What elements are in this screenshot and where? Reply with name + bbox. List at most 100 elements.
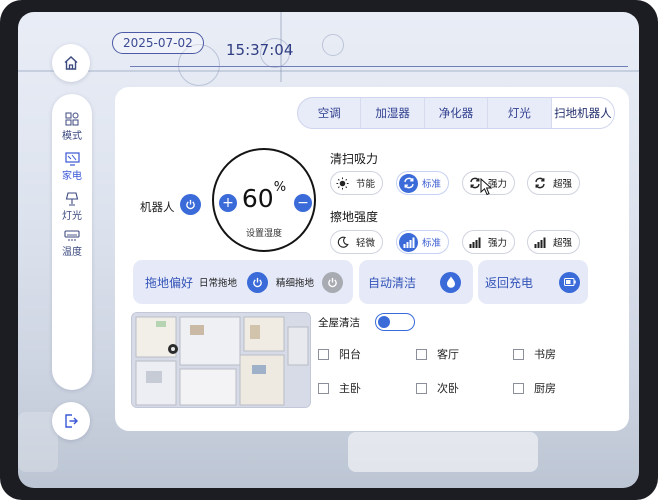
sidebar-item-label: 温度 (62, 247, 82, 258)
cycle-icon (399, 173, 418, 193)
tab-air-conditioner[interactable]: 空调 (298, 98, 362, 128)
daily-mop-label: 日常拖地 (199, 278, 238, 289)
background-decoration (348, 432, 538, 472)
dial-unit: % (273, 180, 287, 195)
suction-option-eco[interactable]: 节能 (330, 171, 384, 195)
suction-title: 清扫吸力 (330, 152, 379, 166)
suction-option-standard[interactable]: 标准 (396, 171, 450, 195)
recharge-title: 返回充电 (485, 275, 534, 290)
room-label: 厨房 (534, 382, 556, 395)
plus-icon: + (222, 195, 234, 211)
robot-label: 机器人 (140, 200, 175, 214)
appliance-tabs: 空调 加湿器 净化器 灯光 扫地机器人 (297, 97, 615, 129)
sun-icon (333, 174, 352, 193)
checkbox[interactable] (513, 348, 524, 360)
chip-label: 超强 (553, 179, 573, 190)
room-checkbox-master-bedroom[interactable]: 主卧 (318, 380, 361, 396)
time-display: 15:37:04 (226, 41, 294, 59)
mop-option-max[interactable]: 超强 (527, 230, 581, 254)
floor-plan-drawing (132, 313, 310, 407)
daily-mop-power-button[interactable] (247, 271, 269, 293)
power-icon (328, 277, 337, 287)
mop-preference-title: 拖地偏好 (145, 275, 194, 290)
checkbox[interactable] (513, 382, 524, 394)
tab-humidifier[interactable]: 加湿器 (361, 98, 425, 128)
lamp-icon (65, 192, 79, 206)
chip-label: 强力 (488, 238, 508, 249)
sidebar-nav: 模式 家电 灯光 温度 (52, 94, 92, 390)
sidebar-item-label: 模式 (62, 131, 82, 142)
fine-mop-power-button[interactable] (322, 271, 344, 293)
room-label: 客厅 (437, 348, 459, 361)
home-icon (64, 56, 78, 70)
tab-purifier[interactable]: 净化器 (425, 98, 489, 128)
moon-icon (333, 233, 352, 252)
mouse-cursor-icon (480, 178, 492, 196)
chip-label: 轻微 (356, 238, 376, 249)
room-checkbox-balcony[interactable]: 阳台 (318, 346, 361, 362)
dial-label: 设置湿度 (245, 229, 282, 239)
decrease-button[interactable]: − (294, 194, 312, 212)
recharge-card[interactable]: 返回充电 (478, 260, 588, 304)
sidebar-item-appliance[interactable]: 家电 (52, 152, 92, 182)
robot-power-button[interactable] (180, 194, 201, 215)
mop-option-strong[interactable]: 强力 (462, 230, 516, 254)
auto-clean-title: 自动清洁 (368, 275, 417, 290)
minus-icon: − (297, 195, 309, 211)
whole-house-toggle[interactable] (375, 313, 415, 331)
suction-option-max[interactable]: 超强 (527, 171, 581, 195)
signal-bars-icon (465, 233, 484, 252)
room-label: 次卧 (437, 382, 459, 395)
chip-label: 标准 (422, 179, 442, 190)
sidebar-item-temperature[interactable]: 温度 (52, 230, 92, 258)
toggle-knob (378, 315, 390, 328)
sidebar-item-mode[interactable]: 模式 (52, 112, 92, 142)
header-divider (130, 66, 628, 67)
room-checkbox-kitchen[interactable]: 厨房 (513, 380, 556, 396)
logout-icon (65, 414, 78, 428)
floor-plan-map[interactable] (131, 312, 311, 408)
chip-label: 标准 (422, 238, 442, 249)
appliance-icon (64, 152, 80, 166)
chip-label: 超强 (553, 238, 573, 249)
tab-robot-vacuum[interactable]: 扫地机器人 (551, 98, 614, 128)
mop-title: 擦地强度 (330, 210, 379, 224)
chip-label: 节能 (356, 179, 376, 190)
increase-button[interactable]: + (219, 194, 237, 212)
room-label: 阳台 (339, 348, 361, 361)
checkbox[interactable] (318, 382, 329, 394)
auto-clean-card[interactable]: 自动清洁 (359, 260, 473, 304)
home-button[interactable] (52, 44, 90, 82)
room-checkbox-second-bedroom[interactable]: 次卧 (416, 380, 459, 396)
sidebar-item-label: 灯光 (62, 211, 82, 222)
checkbox[interactable] (416, 348, 427, 360)
sidebar-item-light[interactable]: 灯光 (52, 192, 92, 222)
checkbox[interactable] (416, 382, 427, 394)
fine-mop-label: 精细拖地 (276, 278, 315, 289)
mop-preference-card: 拖地偏好 日常拖地 精细拖地 (133, 260, 353, 304)
water-drop-icon (440, 271, 462, 293)
room-checkbox-living-room[interactable]: 客厅 (416, 346, 459, 362)
date-display: 2025-07-02 (112, 32, 204, 54)
mop-option-light[interactable]: 轻微 (330, 230, 384, 254)
room-label: 书房 (534, 348, 556, 361)
signal-bars-icon (530, 233, 549, 252)
battery-icon (559, 271, 581, 293)
power-icon (186, 199, 195, 210)
checkbox[interactable] (318, 348, 329, 360)
mop-option-standard[interactable]: 标准 (396, 230, 450, 254)
background-decoration (322, 34, 344, 56)
whole-house-label: 全屋清洁 (318, 317, 360, 329)
grid-icon (65, 112, 79, 126)
room-checkbox-study[interactable]: 书房 (513, 346, 556, 362)
signal-bars-icon (399, 232, 418, 252)
power-icon (253, 277, 262, 287)
cycle-icon (530, 174, 549, 193)
tab-light[interactable]: 灯光 (488, 98, 552, 128)
dial-value: 60 (241, 184, 274, 213)
ac-icon (64, 230, 80, 241)
sidebar-item-label: 家电 (62, 171, 82, 182)
room-label: 主卧 (339, 382, 361, 395)
background-decoration (18, 70, 639, 72)
logout-button[interactable] (52, 402, 90, 440)
